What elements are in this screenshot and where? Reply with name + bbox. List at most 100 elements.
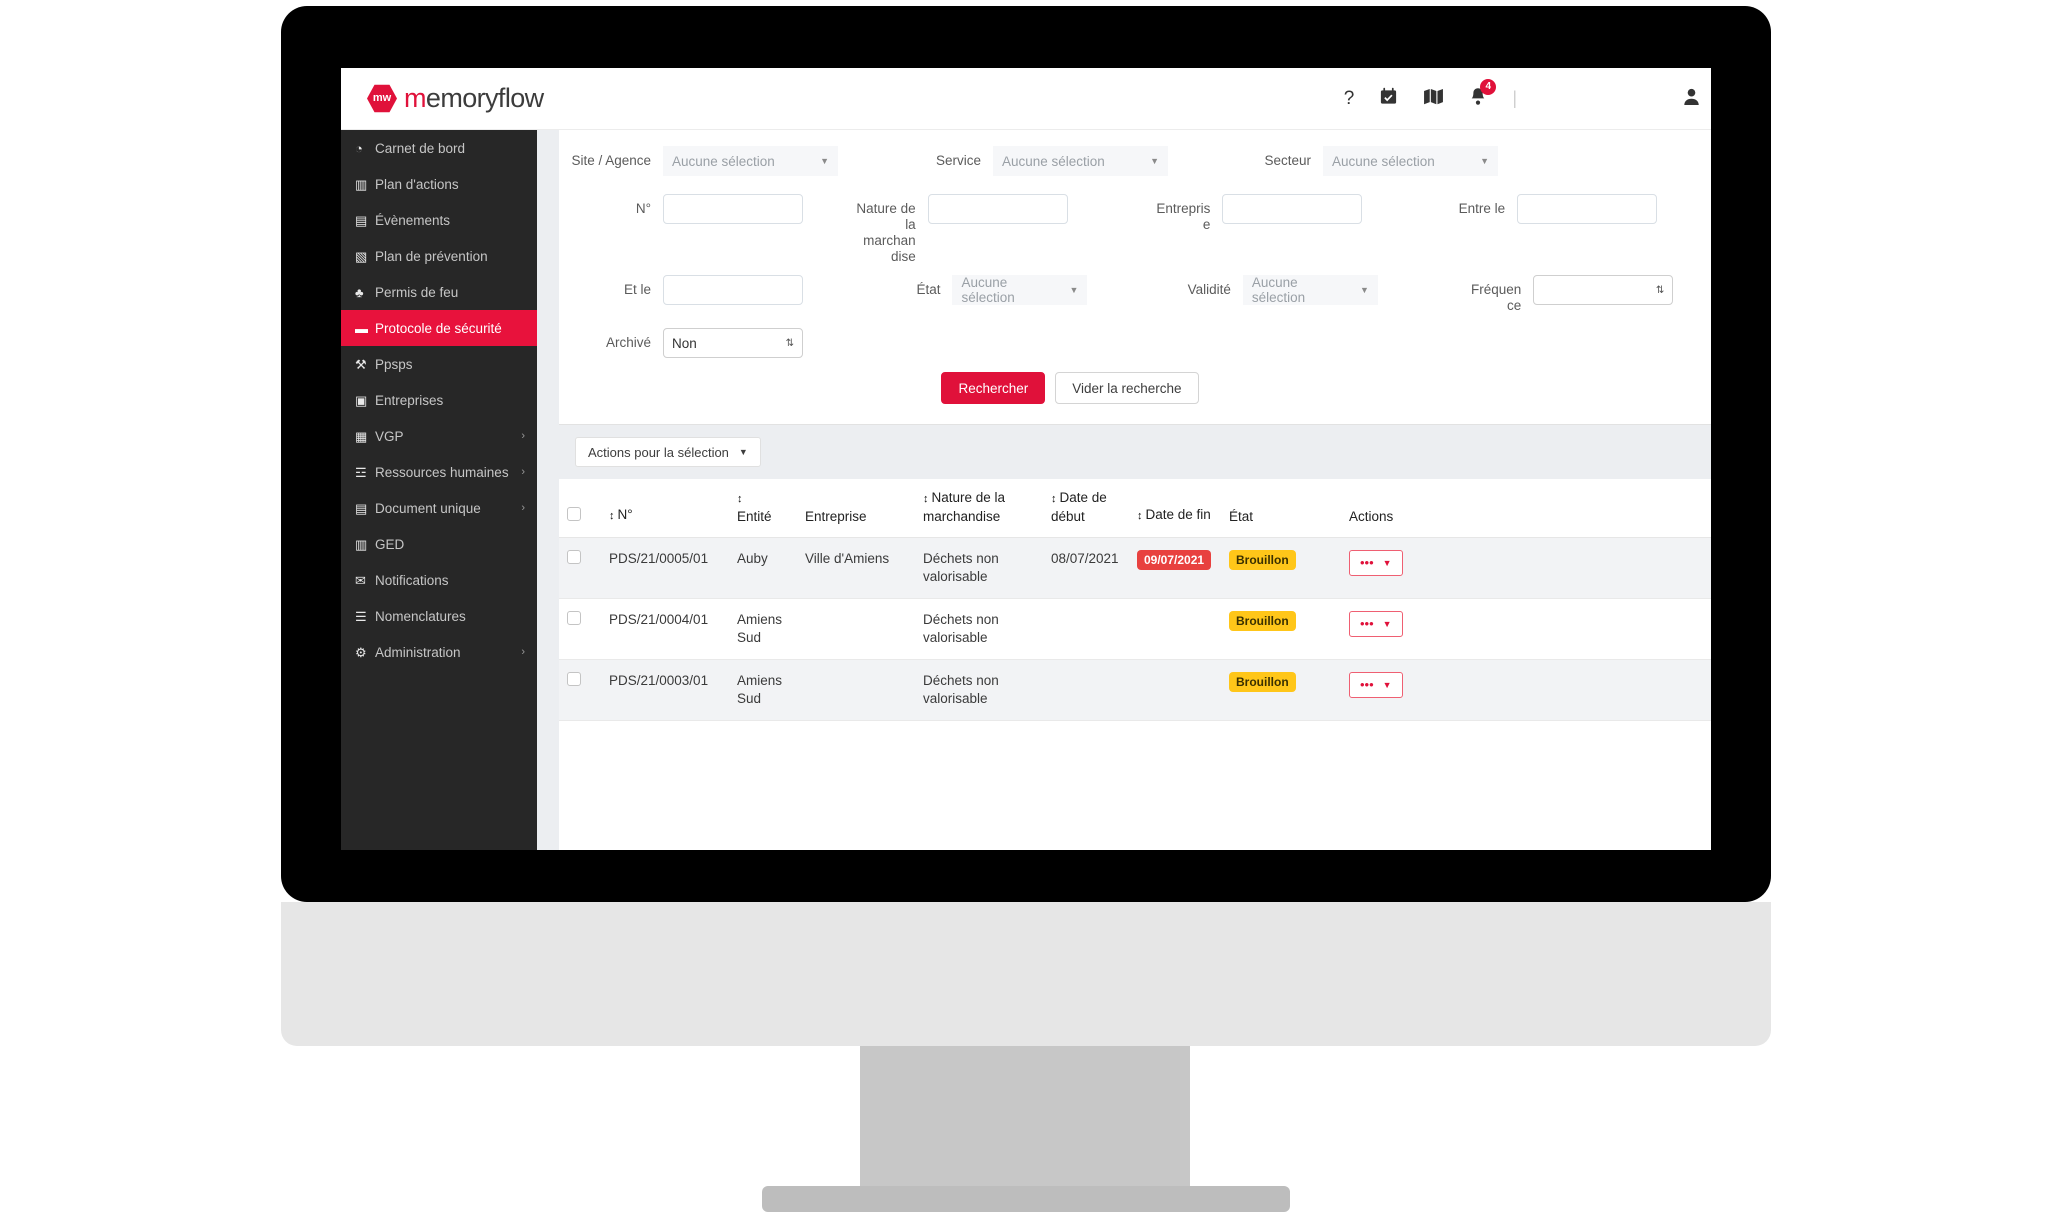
calendar-icon[interactable] [1379, 87, 1398, 110]
chevron-down-icon: ▼ [1069, 285, 1079, 295]
sidebar-item-8[interactable]: ▦ VGP › [341, 418, 537, 454]
sidebar-item-13[interactable]: ☰ Nomenclatures [341, 598, 537, 634]
sidebar-item-icon: ▧ [355, 248, 368, 264]
et-le-input[interactable] [663, 275, 803, 305]
etat-select[interactable]: Aucune sélection ▼ [952, 275, 1088, 305]
header-date-fin[interactable]: ↕ Date de fin [1129, 479, 1221, 538]
sidebar-item-label: Carnet de bord [375, 140, 466, 156]
site-agence-control[interactable]: Aucune sélection ▼ [663, 146, 838, 176]
clear-search-button[interactable]: Vider la recherche [1055, 372, 1199, 404]
row-actions-button[interactable]: ••• ▼ [1349, 672, 1403, 698]
cell-entite: Amiens Sud [729, 659, 797, 721]
row-checkbox[interactable] [567, 611, 581, 625]
sidebar-item-icon: ▦ [355, 428, 368, 444]
etat-control[interactable]: Aucune sélection ▼ [952, 275, 1088, 305]
map-icon[interactable] [1423, 88, 1444, 109]
header-numero[interactable]: ↕ N° [601, 479, 729, 538]
numero-control[interactable] [663, 194, 803, 224]
validite-control[interactable]: Aucune sélection ▼ [1242, 275, 1378, 305]
bell-icon[interactable]: 4 [1469, 79, 1497, 110]
archive-select[interactable]: Non ⇅ [663, 328, 803, 358]
secteur-select[interactable]: Aucune sélection ▼ [1323, 146, 1498, 176]
site-agence-select[interactable]: Aucune sélection ▼ [663, 146, 838, 176]
sidebar-item-6[interactable]: ⚒ Ppsps [341, 346, 537, 382]
sidebar-item-label: Notifications [375, 572, 449, 588]
row-actions-button[interactable]: ••• ▼ [1349, 550, 1403, 576]
entreprise-input[interactable] [1222, 194, 1363, 224]
row-actions-button[interactable]: ••• ▼ [1349, 611, 1403, 637]
entre-le-control[interactable] [1517, 194, 1658, 224]
sidebar-item-10[interactable]: ▤ Document unique › [341, 490, 537, 526]
sidebar-item-icon: ◔ [355, 140, 363, 156]
sidebar-item-14[interactable]: ⚙ Administration › [341, 634, 537, 670]
header-date-debut[interactable]: ↕ Date de début [1043, 479, 1129, 538]
chevron-right-icon: › [521, 466, 525, 478]
calendar-icon-svg [1381, 87, 1397, 104]
sidebar-navigation: ◔ Carnet de bord ▥ Plan d'actions ▤ Évènement… [341, 130, 537, 850]
sidebar-item-12[interactable]: ✉ Notifications [341, 562, 537, 598]
sidebar-item-4[interactable]: ♣ Permis de feu [341, 274, 537, 310]
cell-numero-text: PDS/21/0004/01 [609, 612, 709, 627]
logo-mark-text: mw [372, 92, 392, 104]
service-select[interactable]: Aucune sélection ▼ [993, 146, 1168, 176]
header-nature[interactable]: ↕ Nature de la marchandise [915, 479, 1043, 538]
service-label: Service [935, 153, 981, 168]
chevron-down-icon: ▼ [1382, 558, 1392, 568]
entreprise-control[interactable] [1222, 194, 1363, 224]
sidebar-item-icon: ✉ [355, 572, 366, 588]
sidebar-item-3[interactable]: ▧ Plan de prévention [341, 238, 537, 274]
table-row[interactable]: PDS/21/0005/01 Auby Ville d'Amiens Déchets … [559, 537, 1711, 599]
frequence-control[interactable]: ⇅ [1533, 275, 1674, 305]
protocols-table: ↕ N° ↕ Entité Entreprise ↕ Nature de la mar… [559, 479, 1711, 721]
et-le-label: Et le [623, 282, 651, 297]
secteur-control[interactable]: Aucune sélection ▼ [1323, 146, 1498, 176]
service-control[interactable]: Aucune sélection ▼ [993, 146, 1168, 176]
entre-le-input[interactable] [1517, 194, 1658, 224]
form-row-etat: Et le État Aucune sélection ▼ Validité A… [559, 275, 1711, 314]
sidebar-item-icon: ♣ [355, 284, 364, 300]
archive-value: Non [672, 335, 697, 351]
cell-select [559, 537, 601, 599]
sidebar-item-icon: ▥ [355, 536, 368, 552]
sidebar-item-2[interactable]: ▤ Évènements [341, 202, 537, 238]
bulk-actions-dropdown[interactable]: Actions pour la sélection ▼ [575, 437, 761, 467]
header-entite[interactable]: ↕ Entité [729, 479, 797, 538]
frequence-select[interactable]: ⇅ [1533, 275, 1674, 305]
search-button[interactable]: Rechercher [941, 372, 1046, 404]
ellipsis-icon: ••• [1360, 677, 1374, 692]
validite-label: Validité [1187, 282, 1231, 297]
cell-numero: PDS/21/0004/01 [601, 598, 729, 660]
etat-value: Aucune sélection [961, 275, 1015, 305]
sidebar-item-11[interactable]: ▥ GED [341, 526, 537, 562]
table-row[interactable]: PDS/21/0004/01 Amiens Sud Déchets non valo… [559, 598, 1711, 660]
sidebar-item-9[interactable]: ☲ Ressources humaines › [341, 454, 537, 490]
brand-logo[interactable]: mw memoryflow [367, 83, 544, 114]
et-le-control[interactable] [663, 275, 803, 305]
select-all-checkbox[interactable] [567, 507, 581, 521]
cell-etat: Brouillon [1221, 537, 1341, 599]
archive-label: Archivé [605, 335, 651, 350]
map-icon-svg [1424, 88, 1444, 105]
cell-etat: Brouillon [1221, 659, 1341, 721]
validite-select[interactable]: Aucune sélection ▼ [1242, 275, 1378, 305]
cell-entite-text: Amiens Sud [737, 612, 783, 645]
archive-control[interactable]: Non ⇅ [663, 328, 803, 358]
entre-le-label: Entre le [1458, 201, 1506, 216]
sidebar-item-1[interactable]: ▥ Plan d'actions [341, 166, 537, 202]
user-avatar-icon[interactable] [1682, 87, 1701, 110]
sort-icon: ↕ [737, 493, 743, 505]
help-icon[interactable]: ? [1344, 89, 1355, 108]
sidebar-item-label: Évènements [375, 212, 451, 228]
cell-entite-text: Auby [737, 551, 768, 566]
numero-input[interactable] [663, 194, 803, 224]
table-row[interactable]: PDS/21/0003/01 Amiens Sud Déchets non valo… [559, 659, 1711, 721]
row-checkbox[interactable] [567, 672, 581, 686]
sidebar-item-7[interactable]: ▣ Entreprises [341, 382, 537, 418]
site-agence-label: Site / Agence [571, 153, 651, 168]
nature-control[interactable] [927, 194, 1068, 224]
sidebar-item-5[interactable]: ▬ Protocole de sécurité [341, 310, 537, 346]
row-checkbox[interactable] [567, 550, 581, 564]
cell-numero-text: PDS/21/0003/01 [609, 673, 709, 688]
sidebar-item-0[interactable]: ◔ Carnet de bord [341, 130, 537, 166]
nature-input[interactable] [927, 194, 1068, 224]
